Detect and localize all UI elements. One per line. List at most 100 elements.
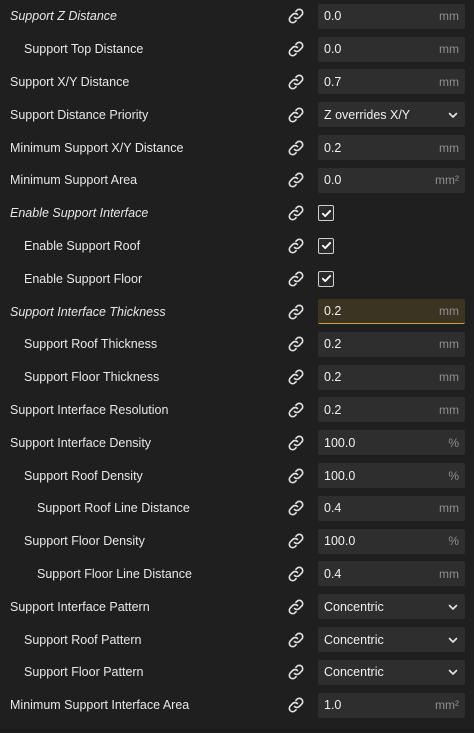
unit-label: %	[448, 534, 459, 549]
link-icon[interactable]	[287, 335, 305, 353]
setting-row-support-roof-line-distance: Support Roof Line Distance 0.4 mm	[0, 492, 474, 525]
setting-label: Enable Support Floor	[24, 271, 143, 286]
setting-input[interactable]: 0.4 mm	[318, 495, 465, 521]
unit-label: mm	[439, 337, 459, 352]
unit-label: mm	[439, 9, 459, 24]
setting-label: Support Z Distance	[10, 9, 117, 24]
link-icon[interactable]	[287, 368, 305, 386]
link-icon[interactable]	[287, 171, 305, 189]
setting-row-support-x-y-distance: Support X/Y Distance 0.7 mm	[0, 66, 474, 99]
link-icon[interactable]	[287, 434, 305, 452]
setting-label: Support Roof Thickness	[24, 337, 158, 352]
input-value: 0.7	[324, 74, 342, 89]
setting-input[interactable]: 0.2 mm	[318, 135, 465, 161]
setting-row-support-distance-priority: Support Distance Priority Z overrides X/Y	[0, 98, 474, 131]
setting-input[interactable]: 0.2 mm	[318, 299, 465, 325]
setting-dropdown[interactable]: Z overrides X/Y	[318, 102, 465, 128]
setting-dropdown[interactable]: Concentric	[318, 659, 465, 685]
setting-input[interactable]: 0.0 mm	[318, 36, 465, 62]
setting-row-minimum-support-x-y-distance: Minimum Support X/Y Distance 0.2 mm	[0, 131, 474, 164]
link-icon[interactable]	[287, 532, 305, 550]
chevron-down-icon	[447, 601, 459, 613]
unit-label: mm	[439, 501, 459, 516]
link-icon[interactable]	[287, 303, 305, 321]
setting-input[interactable]: 100.0%	[318, 430, 465, 456]
panel-bottom-edge	[0, 729, 474, 733]
setting-input[interactable]: 1.0 mm²	[318, 692, 465, 718]
setting-label: Enable Support Interface	[10, 206, 149, 221]
unit-label: mm	[439, 304, 459, 319]
setting-input[interactable]: 100.0%	[318, 463, 465, 489]
link-icon[interactable]	[287, 237, 305, 255]
setting-label: Minimum Support Interface Area	[10, 698, 190, 713]
link-icon[interactable]	[287, 40, 305, 58]
setting-input[interactable]: 0.0 mm	[318, 3, 465, 29]
link-icon[interactable]	[287, 631, 305, 649]
input-value: 0.0	[324, 173, 342, 188]
setting-label: Support Interface Resolution	[10, 402, 169, 417]
checkmark-icon	[321, 273, 332, 284]
unit-label: %	[448, 468, 459, 483]
setting-row-enable-support-interface: Enable Support Interface	[0, 197, 474, 230]
setting-label: Support Roof Line Distance	[37, 501, 190, 516]
dropdown-value: Concentric	[324, 665, 384, 680]
setting-input[interactable]: 0.4 mm	[318, 561, 465, 587]
setting-input[interactable]: 0.0 mm²	[318, 167, 465, 193]
setting-row-minimum-support-area: Minimum Support Area 0.0 mm²	[0, 164, 474, 197]
input-value: 0.0	[324, 42, 342, 57]
link-icon[interactable]	[287, 106, 305, 124]
unit-label: mm	[439, 74, 459, 89]
link-icon[interactable]	[287, 139, 305, 157]
setting-label: Enable Support Roof	[24, 238, 141, 253]
setting-row-support-floor-density: Support Floor Density 100.0%	[0, 525, 474, 558]
input-value: 100.0	[324, 468, 356, 483]
dropdown-value: Concentric	[324, 599, 384, 614]
link-icon[interactable]	[287, 7, 305, 25]
setting-input[interactable]: 0.2 mm	[318, 364, 465, 390]
setting-row-support-interface-resolution: Support Interface Resolution 0.2 mm	[0, 394, 474, 427]
setting-label: Support X/Y Distance	[10, 74, 130, 89]
link-icon[interactable]	[287, 270, 305, 288]
setting-label: Support Top Distance	[24, 42, 144, 57]
input-value: 0.4	[324, 566, 342, 581]
setting-row-support-z-distance: Support Z Distance 0.0 mm	[0, 0, 474, 33]
setting-row-support-interface-pattern: Support Interface Pattern Concentric	[0, 590, 474, 623]
setting-input[interactable]: 100.0%	[318, 528, 465, 554]
setting-row-support-interface-thickness: Support Interface Thickness 0.2 mm	[0, 295, 474, 328]
setting-row-enable-support-roof: Enable Support Roof	[0, 230, 474, 263]
link-icon[interactable]	[287, 499, 305, 517]
unit-label: mm²	[435, 173, 459, 188]
setting-label: Support Interface Density	[10, 435, 152, 450]
unit-label: mm	[439, 370, 459, 385]
link-icon[interactable]	[287, 565, 305, 583]
link-icon[interactable]	[287, 73, 305, 91]
link-icon[interactable]	[287, 204, 305, 222]
link-icon[interactable]	[287, 663, 305, 681]
input-value: 0.0	[324, 9, 342, 24]
setting-checkbox[interactable]	[318, 237, 334, 254]
setting-input[interactable]: 0.2 mm	[318, 331, 465, 357]
setting-row-support-floor-line-distance: Support Floor Line Distance 0.4 mm	[0, 558, 474, 591]
setting-row-enable-support-floor: Enable Support Floor	[0, 262, 474, 295]
link-icon[interactable]	[287, 401, 305, 419]
setting-input[interactable]: 0.2 mm	[318, 397, 465, 423]
setting-input[interactable]: 0.7 mm	[318, 69, 465, 95]
input-value: 0.2	[324, 370, 342, 385]
unit-label: mm	[439, 566, 459, 581]
setting-checkbox[interactable]	[318, 205, 334, 222]
setting-checkbox[interactable]	[318, 270, 334, 287]
input-value: 0.2	[324, 402, 342, 417]
link-icon[interactable]	[287, 696, 305, 714]
link-icon[interactable]	[287, 598, 305, 616]
chevron-down-icon	[447, 109, 459, 121]
setting-dropdown[interactable]: Concentric	[318, 594, 465, 620]
checkmark-icon	[321, 240, 332, 251]
support-settings-panel: Support Z Distance 0.0 mm Support Top Dista…	[0, 0, 474, 733]
setting-label: Support Floor Pattern	[24, 665, 144, 680]
input-value: 100.0	[324, 534, 356, 549]
input-value: 1.0	[324, 698, 342, 713]
input-value: 0.2	[324, 304, 342, 319]
setting-dropdown[interactable]: Concentric	[318, 627, 465, 653]
link-icon[interactable]	[287, 467, 305, 485]
unit-label: mm	[439, 140, 459, 155]
